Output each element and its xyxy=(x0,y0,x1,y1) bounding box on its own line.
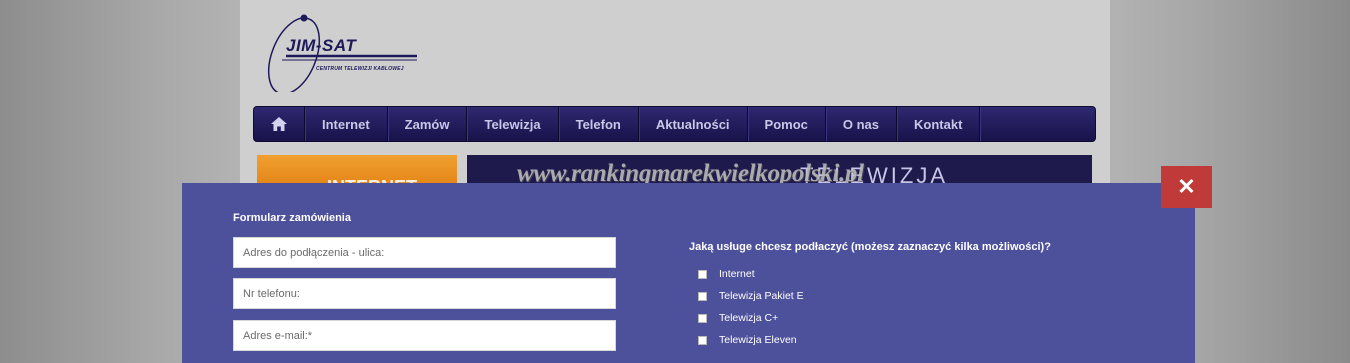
form-title: Formularz zamówienia xyxy=(233,212,351,224)
phone-input[interactable] xyxy=(233,278,616,309)
nav-zamow[interactable]: Zamów xyxy=(388,107,468,141)
service-label: Internet xyxy=(719,268,755,280)
service-option-cplus[interactable]: Telewizja C+ xyxy=(698,312,778,324)
nav-kontakt[interactable]: Kontakt xyxy=(897,107,981,141)
logo-brand: JIM-SAT xyxy=(286,36,357,55)
nav-home[interactable] xyxy=(254,107,305,141)
nav-internet[interactable]: Internet xyxy=(305,107,388,141)
service-checkbox[interactable] xyxy=(698,269,707,279)
nav-aktualnosci[interactable]: Aktualności xyxy=(639,107,748,141)
service-label: Telewizja Eleven xyxy=(719,334,797,346)
service-option-internet[interactable]: Internet xyxy=(698,268,755,280)
service-option-eleven[interactable]: Telewizja Eleven xyxy=(698,334,797,346)
service-label: Telewizja C+ xyxy=(719,312,779,324)
nav-telefon[interactable]: Telefon xyxy=(559,107,639,141)
service-checkbox[interactable] xyxy=(698,291,707,301)
nav-pomoc[interactable]: Pomoc xyxy=(748,107,826,141)
close-button[interactable]: ✕ xyxy=(1161,166,1212,208)
logo[interactable]: JIM-SAT CENTRUM TELEWIZJI KABLOWEJ xyxy=(262,10,422,92)
nav-telewizja[interactable]: Telewizja xyxy=(467,107,559,141)
services-question: Jaką usługe chcesz podłaczyć (możesz zaz… xyxy=(689,241,1051,253)
address-street-input[interactable] xyxy=(233,237,616,268)
service-checkbox[interactable] xyxy=(698,335,707,345)
main-nav: Internet Zamów Telewizja Telefon Aktualn… xyxy=(253,106,1096,142)
email-input[interactable] xyxy=(233,320,616,351)
close-icon: ✕ xyxy=(1177,174,1196,199)
nav-o-nas[interactable]: O nas xyxy=(826,107,898,141)
logo-tagline: CENTRUM TELEWIZJI KABLOWEJ xyxy=(316,66,404,72)
service-option-pakiet-e[interactable]: Telewizja Pakiet E xyxy=(698,290,804,302)
service-checkbox[interactable] xyxy=(698,313,707,323)
service-label: Telewizja Pakiet E xyxy=(719,290,804,302)
home-icon xyxy=(271,117,287,131)
